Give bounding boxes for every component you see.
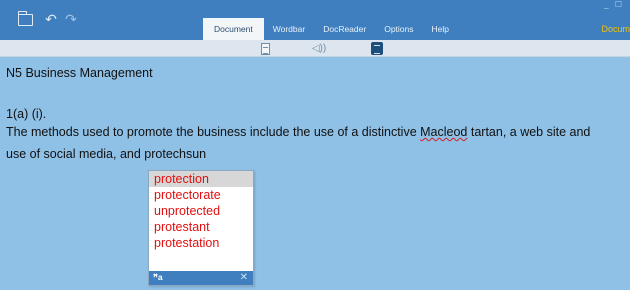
- list-icon[interactable]: [369, 41, 385, 56]
- answer-line-1-tail: tartan, a web site and: [467, 125, 591, 139]
- suggestion-item[interactable]: unprotected: [149, 203, 253, 219]
- menu-options[interactable]: Options: [375, 18, 422, 40]
- suggestion-item[interactable]: protestant: [149, 219, 253, 235]
- misspelt-word-macleod[interactable]: Macleod: [420, 125, 467, 139]
- window-controls[interactable]: _ ☐: [594, 0, 624, 14]
- answer-line-1: The methods used to promote the business…: [6, 125, 590, 139]
- menu-wordbar[interactable]: Wordbar: [264, 18, 314, 40]
- document-icon[interactable]: [257, 41, 273, 56]
- main-menu: Document Wordbar DocReader Options Help: [203, 18, 458, 40]
- document-tab-label[interactable]: Docum: [601, 24, 630, 34]
- close-icon[interactable]: ✕: [240, 271, 248, 285]
- suggestion-item[interactable]: protestation: [149, 235, 253, 251]
- menu-help[interactable]: Help: [423, 18, 458, 40]
- document-area[interactable]: N5 Business Management 1(a) (i). The met…: [0, 57, 630, 290]
- document-heading: N5 Business Management: [6, 66, 153, 80]
- suggestion-item[interactable]: protection: [149, 171, 253, 187]
- speaker-icon[interactable]: ◁)): [311, 41, 327, 56]
- redo-icon[interactable]: ↷: [64, 10, 78, 28]
- suggestion-item[interactable]: protectorate: [149, 187, 253, 203]
- wordbar-icon[interactable]: ꟸa: [153, 272, 163, 283]
- spelling-suggestions-popup: protection protectorate unprotected prot…: [148, 170, 254, 286]
- folder-icon[interactable]: [18, 11, 33, 26]
- question-number: 1(a) (i).: [6, 107, 47, 121]
- answer-line-1-text: The methods used to promote the business…: [6, 125, 421, 139]
- undo-icon[interactable]: ↶: [44, 10, 58, 28]
- title-bar: ↶ ↷ Document Wordbar DocReader Options H…: [0, 0, 630, 40]
- popup-footer: ꟸa ✕: [149, 271, 253, 285]
- toolbar: ◁)): [0, 40, 630, 57]
- menu-docreader[interactable]: DocReader: [314, 18, 375, 40]
- answer-line-2: use of social media, and protechsun: [6, 147, 207, 161]
- menu-document[interactable]: Document: [203, 18, 264, 40]
